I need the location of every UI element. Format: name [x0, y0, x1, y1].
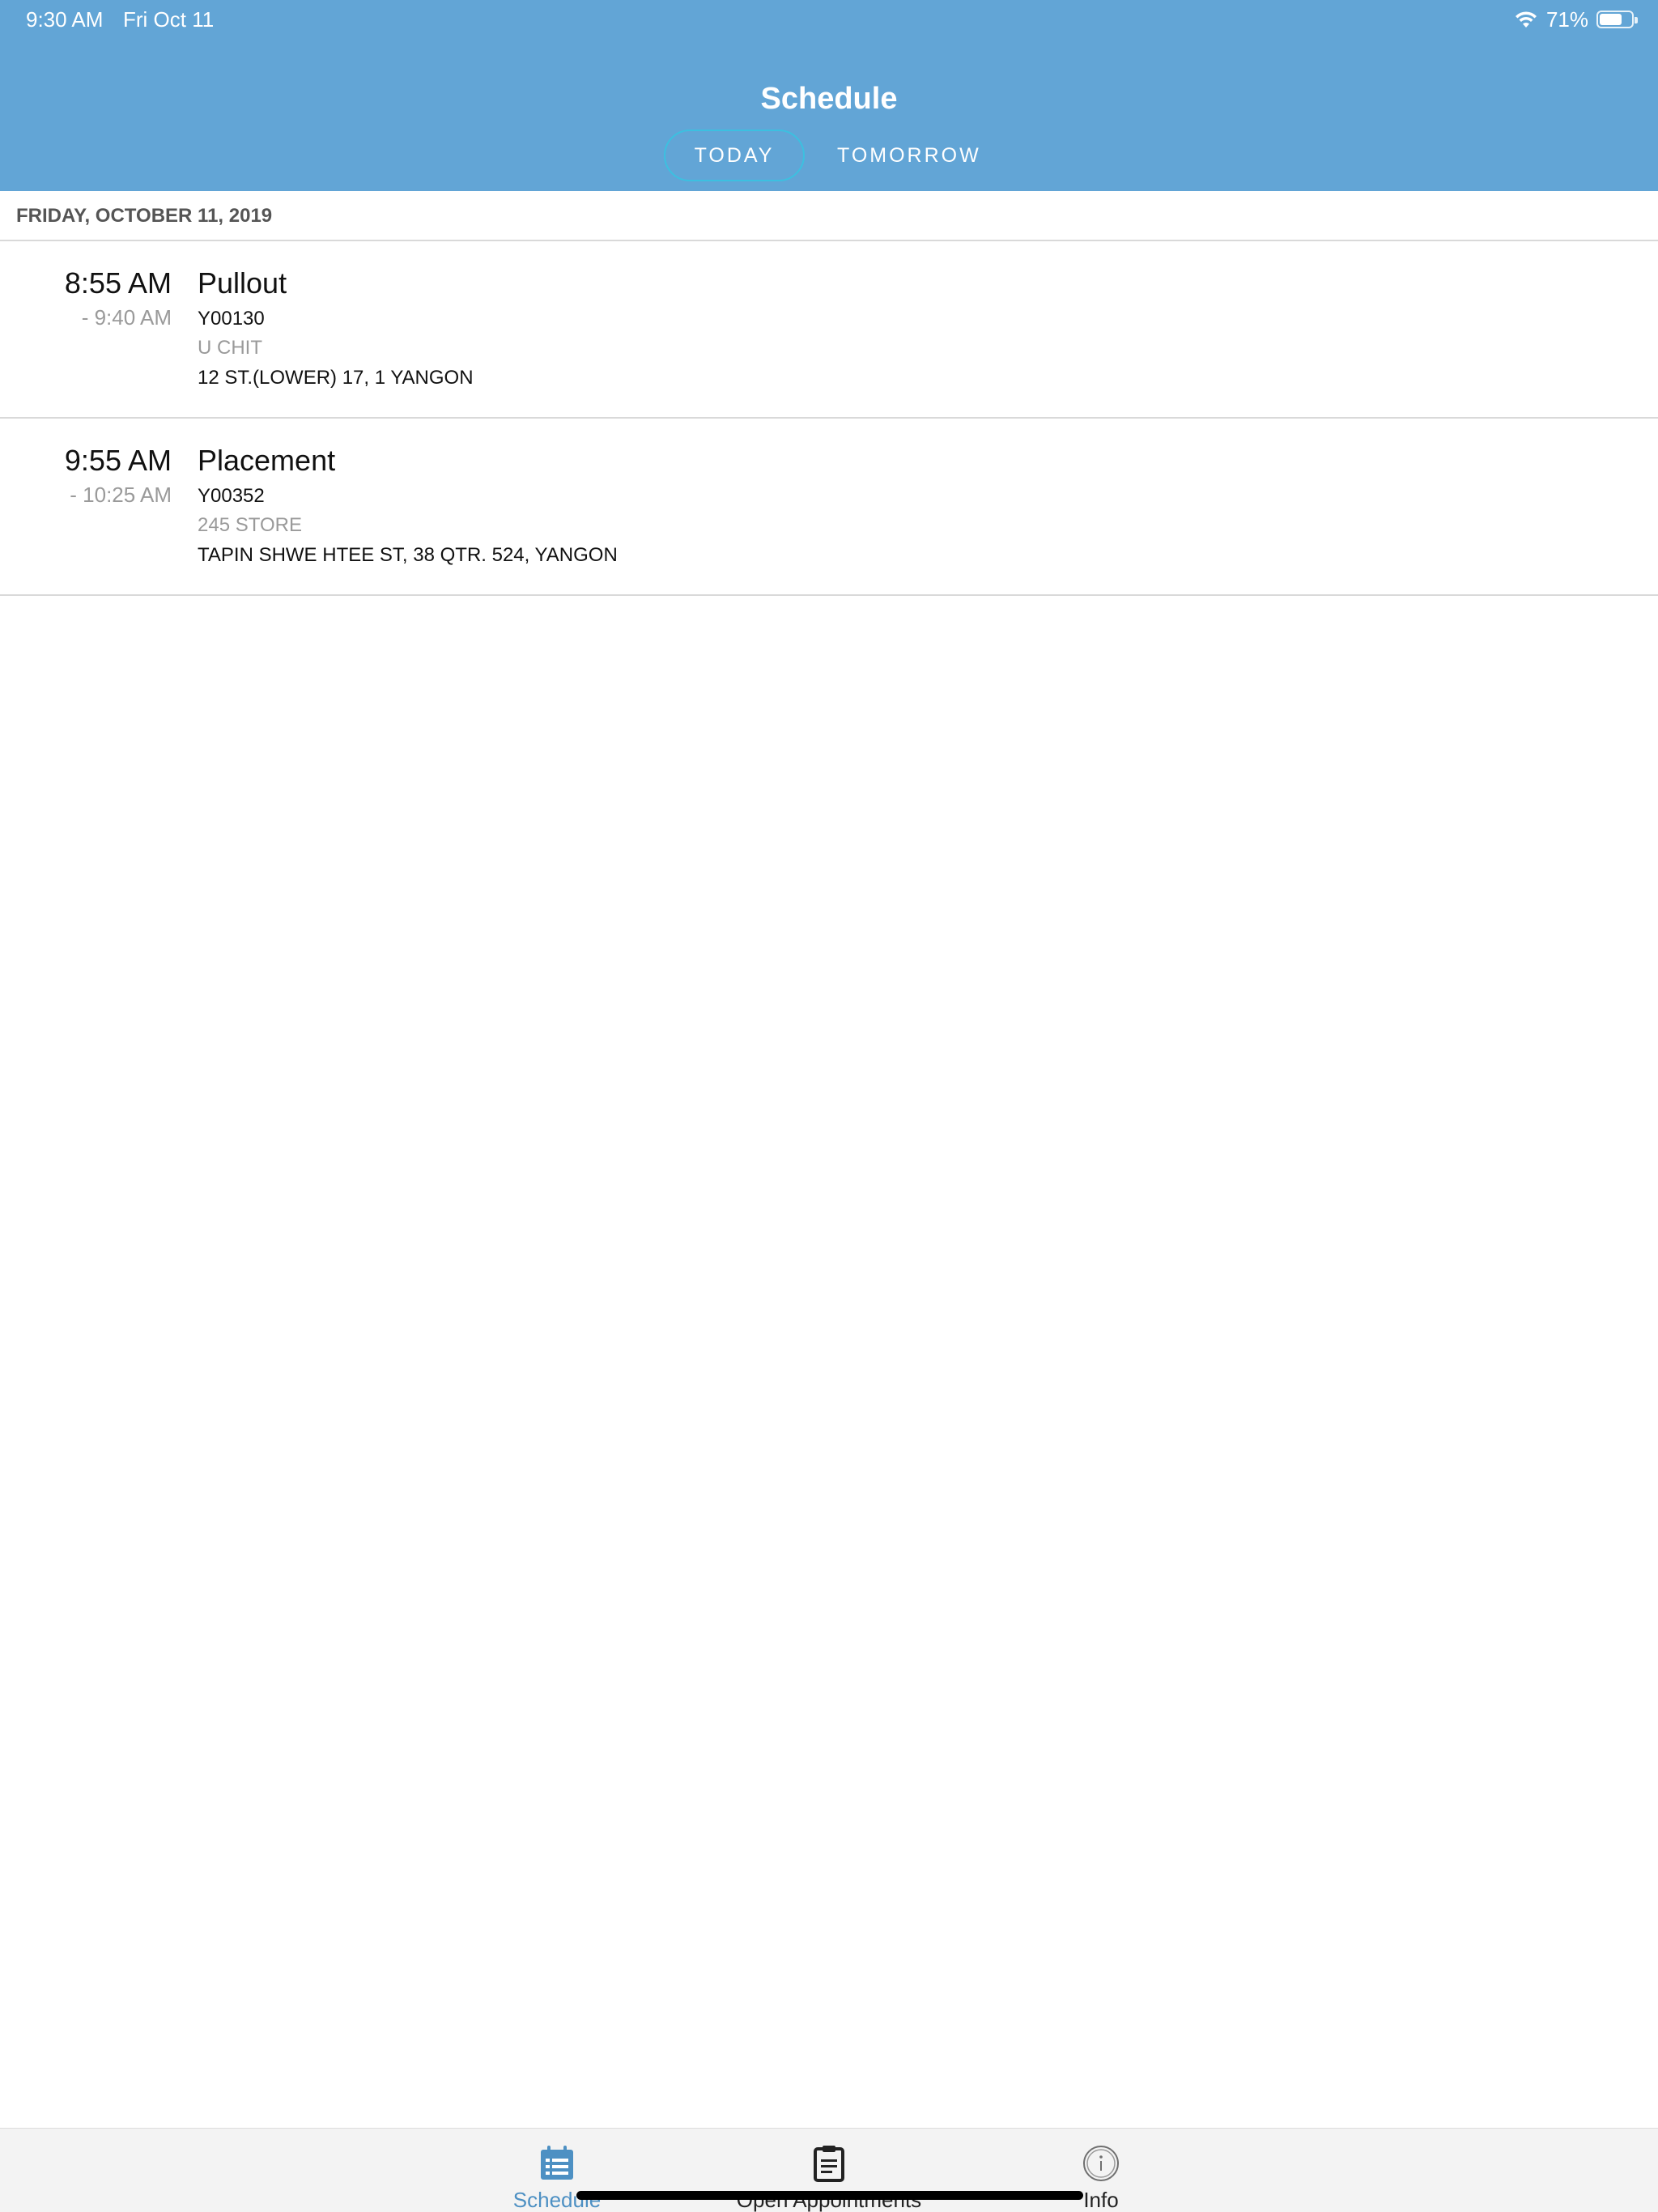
battery-percent: 71%	[1545, 7, 1588, 32]
battery-icon	[1596, 11, 1638, 28]
appointment-start-time: 9:55 AM	[64, 444, 172, 477]
appointment-end-time: - 9:40 AM	[81, 305, 172, 330]
clipboard-icon	[810, 2145, 848, 2186]
tabbar-item-schedule[interactable]: Schedule	[436, 2145, 678, 2212]
status-right: 71%	[1514, 6, 1638, 32]
home-indicator	[576, 2191, 1083, 2200]
page-title: Schedule	[760, 82, 898, 116]
appointment-title: Pullout	[198, 266, 287, 300]
header: 9:30 AM Fri Oct 11 71% Schedule TODAY TO…	[0, 0, 1658, 191]
appointment-address: TAPIN SHWE HTEE ST, 38 QTR. 524, YANGON	[198, 544, 618, 566]
appointment-name: 245 STORE	[198, 514, 302, 536]
battery-fill	[1600, 14, 1622, 25]
info-icon	[1082, 2145, 1120, 2186]
wifi-icon	[1514, 10, 1538, 29]
calendar-list-icon	[538, 2145, 576, 2186]
appointment-start-time: 8:55 AM	[64, 266, 172, 300]
appointment-id: Y00352	[198, 485, 265, 507]
battery-nub	[1635, 17, 1638, 23]
tabbar-item-open-appointments[interactable]: Open Appointments	[708, 2145, 950, 2212]
appointment-id: Y00130	[198, 308, 265, 330]
status-time: 9:30 AM	[26, 7, 104, 32]
tabbar-item-info[interactable]: Info	[980, 2145, 1222, 2212]
tabbar-label: Info	[1083, 2188, 1119, 2212]
appointment-title: Placement	[198, 444, 336, 477]
appointment-row[interactable]: 8:55 AM - 9:40 AM Pullout Y00130 U CHIT …	[0, 241, 1658, 419]
tab-tomorrow[interactable]: TOMORROW	[805, 130, 1015, 181]
appointment-row[interactable]: 9:55 AM - 10:25 AM Placement Y00352 245 …	[0, 419, 1658, 596]
day-segmented-control: TODAY TOMORROW	[664, 130, 1015, 181]
appointment-address: 12 ST.(LOWER) 17, 1 YANGON	[198, 367, 474, 389]
status-date: Fri Oct 11	[123, 7, 215, 32]
tab-today[interactable]: TODAY	[664, 130, 805, 181]
section-date-header: FRIDAY, OCTOBER 11, 2019	[0, 191, 1658, 241]
appointment-end-time: - 10:25 AM	[70, 483, 172, 507]
appointment-name: U CHIT	[198, 337, 262, 359]
